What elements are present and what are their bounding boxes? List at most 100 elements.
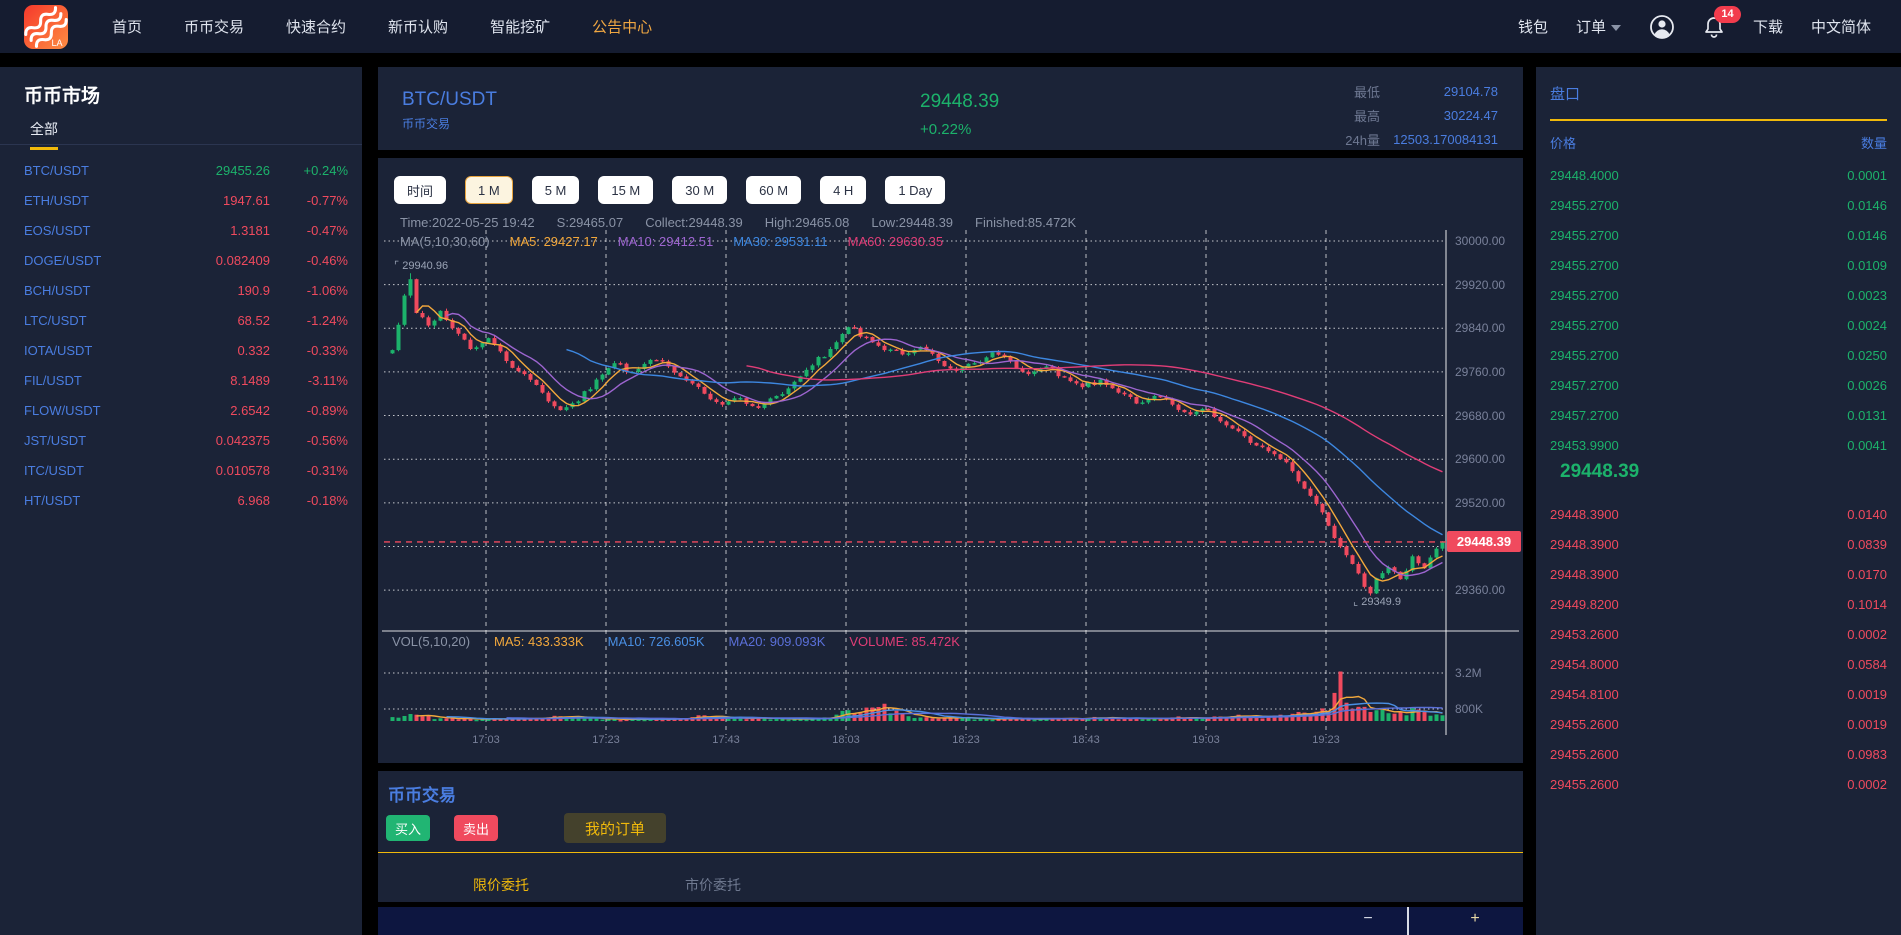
current-price-tag: 29448.39 — [1447, 531, 1521, 552]
increase-button[interactable]: + — [1460, 910, 1490, 928]
pair-row[interactable]: IOTA/USDT0.332-0.33% — [0, 335, 362, 365]
interval-button-2[interactable]: 5 M — [532, 176, 580, 204]
pair-row[interactable]: FIL/USDT8.1489-3.11% — [0, 365, 362, 395]
nav-item-4[interactable]: 智能挖矿 — [490, 16, 550, 37]
my-orders-button[interactable]: 我的订单 — [564, 813, 666, 843]
pair-symbol: HT/USDT — [24, 493, 160, 508]
candle-body — [511, 361, 515, 368]
orderbook-sell-row[interactable]: 29457.27000.0026 — [1536, 370, 1901, 400]
orderbook-buy-row[interactable]: 29454.81000.0019 — [1536, 679, 1901, 709]
tab-all-markets[interactable]: 全部 — [30, 119, 58, 150]
interval-button-0[interactable]: 时间 — [394, 176, 446, 204]
volume-bar — [973, 719, 977, 721]
nav-item-2[interactable]: 快速合约 — [286, 16, 346, 37]
volume-bar — [895, 711, 899, 721]
orderbook-buy-row[interactable]: 29448.39000.0140 — [1536, 499, 1901, 529]
volume-bar — [427, 716, 431, 721]
interval-button-5[interactable]: 60 M — [746, 176, 801, 204]
pair-row[interactable]: LTC/USDT68.52-1.24% — [0, 305, 362, 335]
candle-body — [1435, 549, 1439, 558]
candle-body — [697, 384, 701, 387]
market-sidebar: 币币市场 全部 BTC/USDT29455.26+0.24%ETH/USDT19… — [0, 67, 362, 935]
interval-button-7[interactable]: 1 Day — [885, 176, 945, 204]
pair-row[interactable]: ETH/USDT1947.61-0.77% — [0, 185, 362, 215]
nav-item-5[interactable]: 公告中心 — [592, 16, 652, 37]
exchange-logo[interactable]: LA — [24, 5, 68, 49]
orderbook-buy-row[interactable]: 29455.26000.0002 — [1536, 769, 1901, 799]
pair-change: -0.89% — [270, 403, 348, 418]
download-link[interactable]: 下载 — [1753, 16, 1783, 37]
candle-info-item: Collect:29448.39 — [645, 215, 743, 230]
orderbook-buy-row[interactable]: 29454.80000.0584 — [1536, 649, 1901, 679]
nav-item-1[interactable]: 币币交易 — [184, 16, 244, 37]
symbol-title: BTC/USDT — [402, 89, 497, 111]
order-amount: 0.0131 — [1847, 408, 1887, 423]
orderbook-buy-row[interactable]: 29448.39000.0839 — [1536, 529, 1901, 559]
candle-body — [541, 385, 545, 393]
volume-bar — [1441, 715, 1445, 721]
order-price: 29455.2700 — [1550, 318, 1619, 333]
orderbook-buy-row[interactable]: 29455.26000.0019 — [1536, 709, 1901, 739]
pair-row[interactable]: JST/USDT0.042375-0.56% — [0, 425, 362, 455]
price-axis-label: 30000.00 — [1455, 234, 1519, 248]
pair-row[interactable]: HT/USDT6.968-0.18% — [0, 485, 362, 515]
candle-body — [559, 406, 563, 410]
orderbook-buy-row[interactable]: 29453.26000.0002 — [1536, 619, 1901, 649]
order-amount: 0.0019 — [1847, 687, 1887, 702]
orderbook-sell-row[interactable]: 29455.27000.0146 — [1536, 190, 1901, 220]
tab-limit-order[interactable]: 限价委托 — [473, 875, 529, 895]
notifications-button[interactable]: 14 — [1703, 15, 1725, 39]
volume-bar — [457, 719, 461, 721]
tab-market-order[interactable]: 市价委托 — [685, 875, 741, 895]
volume-bar — [805, 720, 809, 722]
orderbook-sell-row[interactable]: 29457.27000.0131 — [1536, 400, 1901, 430]
pair-row[interactable]: EOS/USDT1.3181-0.47% — [0, 215, 362, 245]
candle-body — [679, 373, 683, 377]
buy-button[interactable]: 买入 — [386, 815, 430, 841]
orders-dropdown[interactable]: 订单 — [1576, 16, 1621, 37]
orderbook-sell-row[interactable]: 29455.27000.0109 — [1536, 250, 1901, 280]
nav-item-0[interactable]: 首页 — [112, 16, 142, 37]
language-selector[interactable]: 中文简体 — [1811, 16, 1871, 37]
profile-button[interactable] — [1649, 14, 1675, 40]
top-navbar: LA 首页 币币交易 快速合约 新币认购 智能挖矿 公告中心 钱包 订单 14 — [0, 0, 1901, 53]
pair-row[interactable]: BCH/USDT190.9-1.06% — [0, 275, 362, 305]
pair-row[interactable]: ITC/USDT0.010578-0.31% — [0, 455, 362, 485]
notification-badge: 14 — [1714, 6, 1741, 23]
pair-price: 0.332 — [160, 343, 270, 358]
candle-body — [505, 351, 509, 361]
wallet-link[interactable]: 钱包 — [1518, 16, 1548, 37]
orderbook-sell-row[interactable]: 29455.27000.0024 — [1536, 310, 1901, 340]
pair-row[interactable]: BTC/USDT29455.26+0.24% — [0, 155, 362, 185]
orderbook-sell-row[interactable]: 29455.27000.0146 — [1536, 220, 1901, 250]
orderbook-sell-row[interactable]: 29455.27000.0250 — [1536, 340, 1901, 370]
candle-body — [1441, 542, 1445, 549]
candle-body — [1231, 425, 1235, 428]
pair-row[interactable]: FLOW/USDT2.6542-0.89% — [0, 395, 362, 425]
pair-row[interactable]: DOGE/USDT0.082409-0.46% — [0, 245, 362, 275]
sell-button[interactable]: 卖出 — [454, 815, 498, 841]
volume-bar — [409, 714, 413, 721]
orderbook-sell-row[interactable]: 29448.40000.0001 — [1536, 160, 1901, 190]
volume-bar — [661, 720, 665, 722]
orderbook-buy-row[interactable]: 29448.39000.0170 — [1536, 559, 1901, 589]
orderbook-sell-row[interactable]: 29453.99000.0041 — [1536, 430, 1901, 460]
pair-price: 1947.61 — [160, 193, 270, 208]
orderbook-buy-row[interactable]: 29455.26000.0983 — [1536, 739, 1901, 769]
interval-button-4[interactable]: 30 M — [672, 176, 727, 204]
orderbook-sell-row[interactable]: 29455.27000.0023 — [1536, 280, 1901, 310]
interval-button-3[interactable]: 15 M — [598, 176, 653, 204]
interval-button-1[interactable]: 1 M — [465, 176, 513, 204]
decrease-button[interactable]: − — [1353, 910, 1383, 928]
nav-item-3[interactable]: 新币认购 — [388, 16, 448, 37]
candle-body — [607, 368, 611, 374]
volume-bar — [619, 720, 623, 722]
orderbook-buy-row[interactable]: 29449.82000.1014 — [1536, 589, 1901, 619]
candle-body — [655, 360, 659, 361]
session-high-annotation: ⌜ 29940.96 — [394, 259, 448, 272]
order-price: 29448.3900 — [1550, 567, 1619, 582]
price-column-header: 价格 — [1550, 133, 1576, 152]
interval-button-6[interactable]: 4 H — [820, 176, 866, 204]
candle-body — [475, 347, 479, 349]
candle-body — [1081, 383, 1085, 387]
